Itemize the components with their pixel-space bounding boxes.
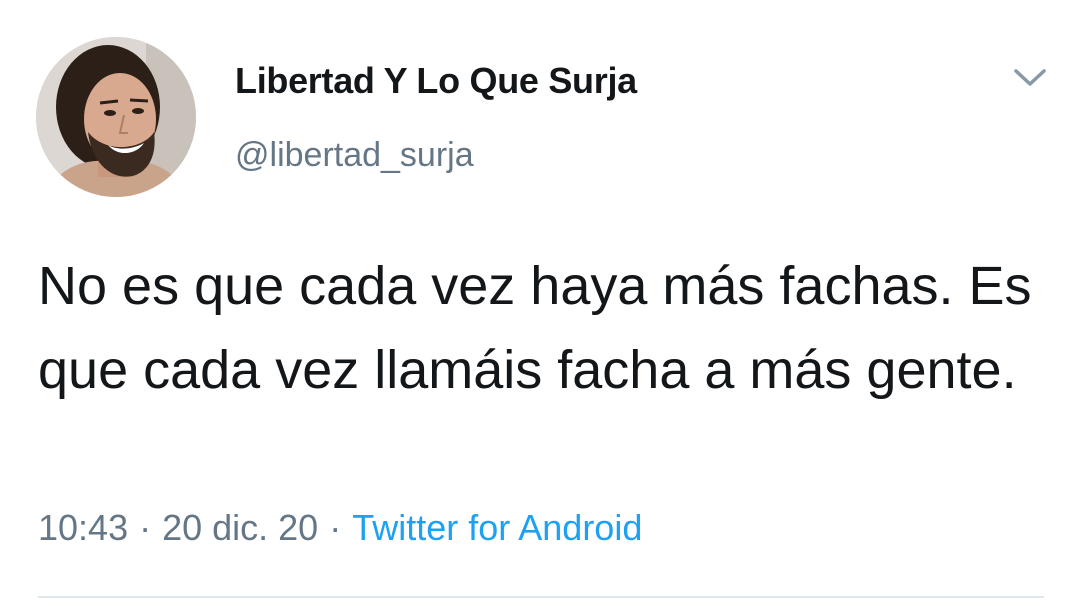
separator: ·	[329, 507, 342, 548]
tweet-time: 10:43	[38, 507, 129, 548]
separator: ·	[139, 507, 152, 548]
divider	[38, 596, 1044, 598]
user-handle[interactable]: @libertad_surja	[235, 136, 474, 175]
avatar[interactable]	[36, 37, 196, 197]
tweet-metadata: 10:43 · 20 dic. 20 · Twitter for Android	[38, 507, 642, 549]
tweet-card: Libertad Y Lo Que Surja @libertad_surja …	[0, 0, 1080, 606]
tweet-date: 20 dic. 20	[162, 507, 319, 548]
profile-photo-icon	[36, 37, 196, 197]
display-name[interactable]: Libertad Y Lo Que Surja	[235, 60, 637, 102]
chevron-down-icon[interactable]	[1012, 66, 1048, 90]
tweet-source-link[interactable]: Twitter for Android	[352, 507, 642, 548]
tweet-text: No es que cada vez haya más fachas. Es q…	[38, 256, 1032, 400]
